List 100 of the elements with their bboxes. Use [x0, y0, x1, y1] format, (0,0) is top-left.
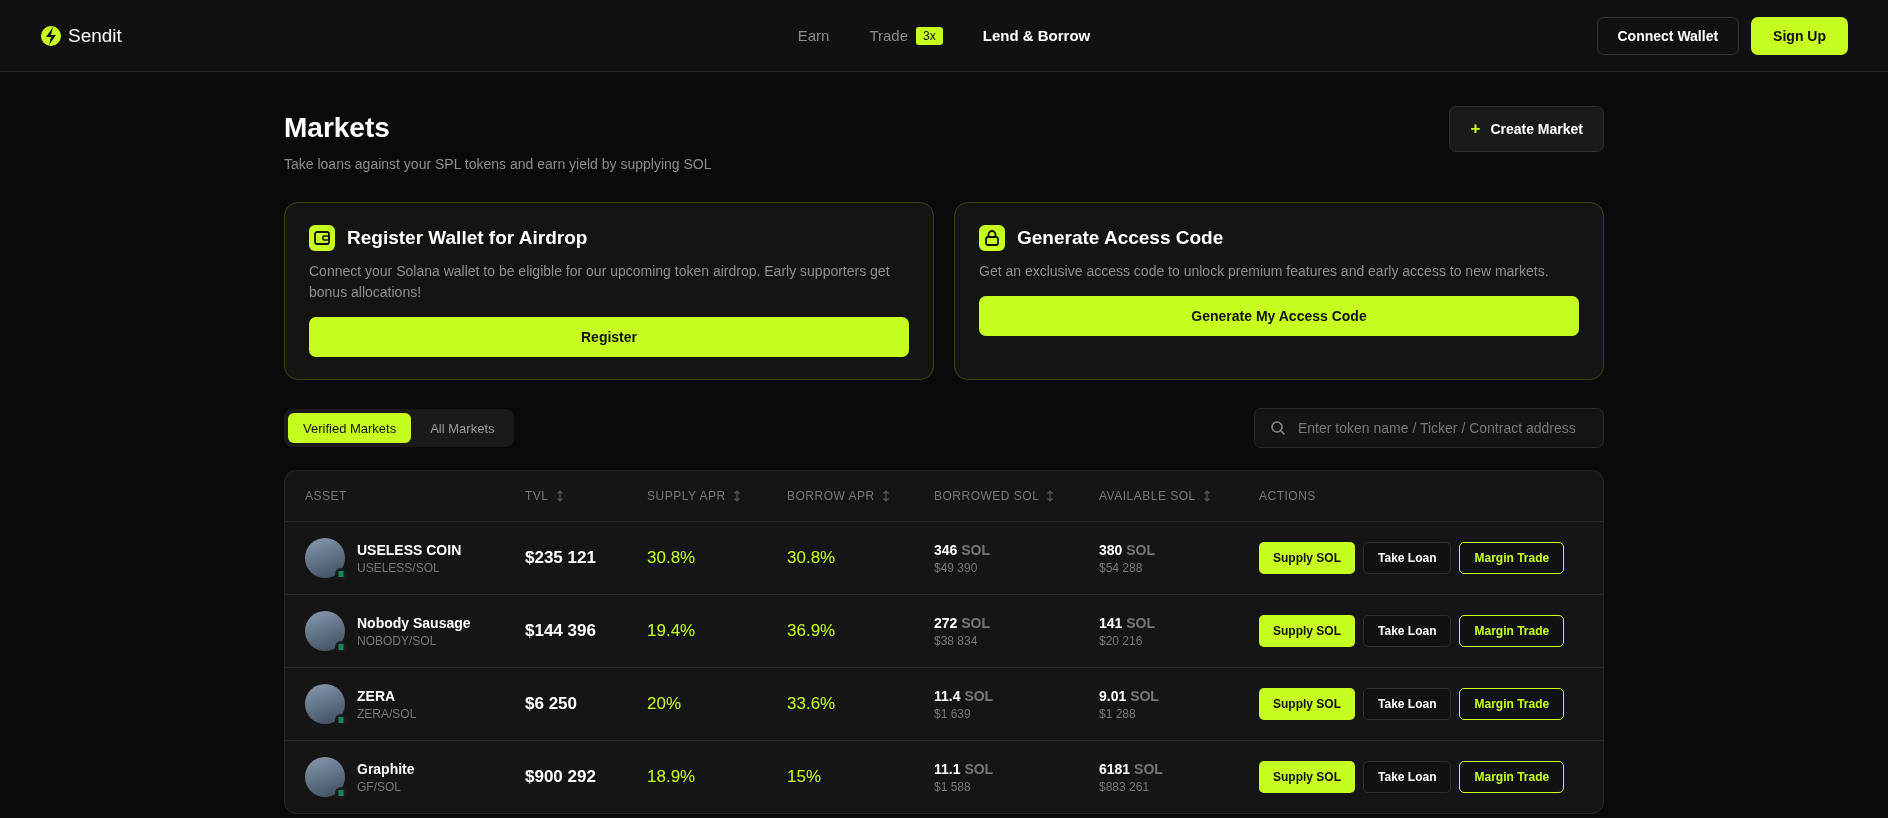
margin-trade-button[interactable]: Margin Trade [1459, 615, 1565, 647]
token-avatar [305, 611, 345, 651]
supply-button[interactable]: Supply SOL [1259, 688, 1355, 720]
supply-apr: 30.8% [647, 548, 696, 567]
asset-name: USELESS COIN [357, 541, 462, 558]
margin-trade-button[interactable]: Margin Trade [1459, 688, 1565, 720]
borrow-apr: 15% [787, 767, 822, 786]
sort-icon[interactable] [555, 490, 564, 502]
borrowed-amount: 346 [934, 541, 958, 558]
chain-badge-icon [335, 787, 347, 799]
asset-pair: ZERA/SOL [357, 706, 417, 721]
margin-trade-button[interactable]: Margin Trade [1459, 761, 1565, 793]
create-market-button[interactable]: + Create Market [1449, 106, 1604, 152]
available-usd: $1 288 [1099, 706, 1137, 721]
borrow-apr: 30.8% [787, 548, 836, 567]
asset-pair: GF/SOL [357, 779, 402, 794]
take-loan-button[interactable]: Take Loan [1363, 615, 1452, 647]
asset-name: Nobody Sausage [357, 614, 471, 631]
column-header[interactable]: BORROWED SOL [934, 489, 1040, 503]
asset-pair: NOBODY/SOL [357, 633, 438, 648]
unit-label: SOL [964, 687, 994, 704]
page-title: Markets [284, 112, 391, 144]
borrowed-usd: $49 390 [934, 560, 979, 575]
lock-icon [979, 225, 1005, 251]
tvl-value: $6 250 [525, 694, 577, 713]
take-loan-button[interactable]: Take Loan [1363, 542, 1452, 574]
supply-button[interactable]: Supply SOL [1259, 542, 1355, 574]
chain-badge-icon [335, 714, 347, 726]
sort-icon[interactable] [1046, 490, 1055, 502]
asset-name: Graphite [357, 760, 415, 777]
chain-badge-icon [335, 568, 347, 580]
column-header[interactable]: TVL [525, 489, 549, 503]
token-avatar [305, 684, 345, 724]
chain-badge-icon [335, 641, 347, 653]
take-loan-button[interactable]: Take Loan [1363, 761, 1452, 793]
nav-badge: 3x [916, 26, 943, 45]
unit-label: SOL [961, 614, 991, 631]
sign-up-button[interactable]: Sign Up [1751, 16, 1848, 55]
supply-button[interactable]: Supply SOL [1259, 615, 1355, 647]
tvl-value: $235 121 [525, 548, 596, 567]
nav-link[interactable]: Lend & Borrow [982, 27, 1091, 44]
lightning-logo-icon [40, 23, 62, 48]
borrow-apr: 36.9% [787, 621, 836, 640]
take-loan-button[interactable]: Take Loan [1363, 688, 1452, 720]
page-subtitle: Take loans against your SPL tokens and earn yield by supplying SOL [284, 156, 712, 172]
search-icon [1270, 420, 1286, 436]
supply-apr: 18.9% [647, 767, 696, 786]
available-usd: $883 261 [1099, 779, 1151, 794]
card-action-button[interactable]: Generate My Access Code [979, 296, 1579, 336]
unit-label: SOL [1126, 614, 1156, 631]
margin-trade-button[interactable]: Margin Trade [1459, 542, 1565, 574]
borrowed-usd: $38 834 [934, 633, 979, 648]
available-amount: 380 [1099, 541, 1123, 558]
unit-label: SOL [961, 541, 991, 558]
market-tab[interactable]: Verified Markets [288, 413, 412, 443]
unit-label: SOL [1130, 687, 1159, 704]
card-title: Register Wallet for Airdrop [347, 227, 588, 249]
token-avatar [305, 757, 345, 797]
unit-label: SOL [1134, 760, 1163, 777]
supply-button[interactable]: Supply SOL [1259, 761, 1355, 793]
available-amount: 6181 [1099, 760, 1131, 777]
supply-apr: 19.4% [647, 621, 696, 640]
column-header[interactable]: SUPPLY APR [647, 489, 726, 503]
sort-icon[interactable] [1202, 490, 1211, 502]
search-field[interactable]: Enter token name / Ticker / Contract address [1254, 408, 1604, 448]
column-header[interactable]: BORROW APR [787, 489, 875, 503]
column-header: ASSET [305, 489, 347, 503]
column-header: ACTIONS [1259, 489, 1316, 503]
asset-name: ZERA [357, 687, 397, 704]
available-amount: 141 [1099, 614, 1123, 631]
supply-apr: 20% [647, 694, 682, 713]
borrowed-usd: $1 639 [934, 706, 972, 721]
card-action-button[interactable]: Register [309, 317, 909, 357]
card-description: Connect your Solana wallet to be eligible for our upcoming token airdrop. Early supporters get bonus allocations! [309, 262, 891, 302]
nav-link[interactable]: Earn [797, 27, 830, 44]
card-title: Generate Access Code [1017, 227, 1224, 249]
column-header[interactable]: AVAILABLE SOL [1099, 489, 1196, 503]
available-amount: 9.01 [1099, 687, 1127, 704]
tvl-value: $144 396 [525, 621, 596, 640]
sort-icon[interactable] [881, 490, 890, 502]
nav-link[interactable]: Trade 3x [869, 26, 943, 45]
market-tab[interactable]: All Markets [415, 413, 510, 443]
token-avatar [305, 538, 345, 578]
tvl-value: $900 292 [525, 767, 596, 786]
card-description: Get an exclusive access code to unlock premium features and early access to new markets. [979, 262, 1550, 281]
asset-pair: USELESS/SOL [357, 560, 441, 575]
borrowed-amount: 11.1 [934, 760, 961, 777]
borrowed-amount: 11.4 [934, 687, 961, 704]
available-usd: $54 288 [1099, 560, 1144, 575]
borrow-apr: 33.6% [787, 694, 836, 713]
unit-label: SOL [964, 760, 994, 777]
available-usd: $20 216 [1099, 633, 1144, 648]
sort-icon[interactable] [732, 490, 741, 502]
borrowed-amount: 272 [934, 614, 958, 631]
connect-wallet-button[interactable]: Connect Wallet [1596, 16, 1740, 55]
borrowed-usd: $1 588 [934, 779, 972, 794]
plus-icon: + [1470, 119, 1481, 139]
unit-label: SOL [1126, 541, 1156, 558]
wallet-icon [309, 225, 335, 251]
brand-name: Sendit [68, 24, 122, 47]
